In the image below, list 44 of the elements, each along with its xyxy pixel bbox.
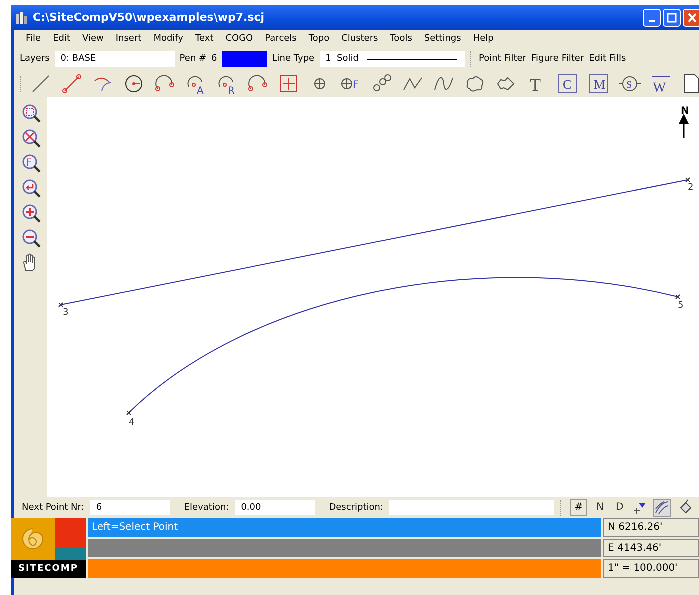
easting-field: E 4143.46' [603,538,699,558]
elevation-field[interactable]: 0.00 [235,500,316,515]
menu-item[interactable]: COGO [220,34,260,44]
northing-field: N 6216.26' [603,518,699,537]
window-title: C:\SiteCompV50\wpexamples\wp7.scj [33,11,265,24]
north-label: N [681,106,690,117]
description-label: Description: [329,502,384,512]
menu-item[interactable]: View [76,34,110,44]
menu-item[interactable]: Help [467,34,500,44]
box-tool-icon[interactable]: C [557,72,579,94]
filter-button[interactable]: Point Filter [478,54,526,64]
point-label: 3 [63,308,69,318]
menu-item[interactable]: Tools [384,34,418,44]
menu-item[interactable]: Topo [302,34,336,44]
line-type-dropdown[interactable]: 1 Solid [320,51,465,67]
line-type-label: Line Type [272,54,315,64]
prompt-bar: Left=Select Point [88,518,601,537]
logo-text: SITECOMP [18,563,80,576]
next-point-field[interactable]: 6 [90,500,170,515]
next-point-label: Next Point Nr: [22,502,84,512]
layers-label: Layers [20,54,50,64]
filter-button[interactable]: Figure Filter [531,54,584,64]
filter-button[interactable]: Edit Fills [589,54,626,64]
menu-item[interactable]: Parcels [259,34,303,44]
point-label: 4 [129,418,135,428]
menu-item[interactable]: Clusters [336,34,384,44]
toolbar-button[interactable]: # [570,499,588,516]
point-label: 2 [688,183,694,193]
toolbar-button[interactable]: D [612,502,627,513]
pen-number: 6 [212,54,218,64]
box-tool-icon[interactable]: M [588,72,610,94]
layer-dropdown[interactable]: 0: BASE [54,51,175,67]
pen-label: Pen # [180,54,207,64]
toolbar-button[interactable]: N [593,502,607,513]
menu-item[interactable]: File [20,34,48,44]
elevation-label: Elevation: [184,502,230,512]
menu-item[interactable]: Modify [148,34,190,44]
text-tool-icon[interactable]: T [526,72,548,94]
menu-item[interactable]: Text [190,34,220,44]
point-label: 5 [678,301,684,311]
menu-item[interactable]: Insert [110,34,148,44]
scale-field: 1" = 100.000' [603,559,699,578]
menu-item[interactable]: Edit [47,34,76,44]
menu-item[interactable]: Settings [418,34,468,44]
